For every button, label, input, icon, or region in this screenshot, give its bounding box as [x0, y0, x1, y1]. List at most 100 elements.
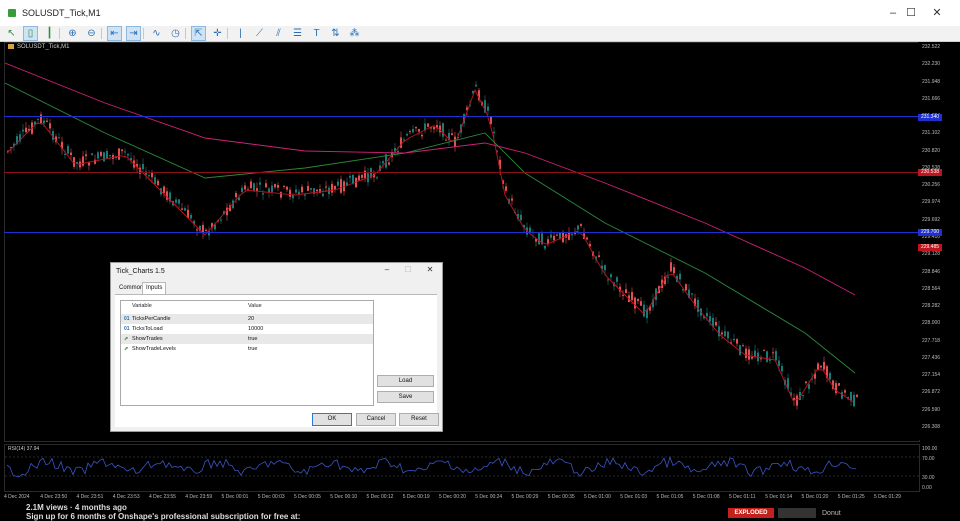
close-button[interactable]: ✕ [924, 4, 950, 22]
price-tick: 229.128 [922, 251, 941, 258]
candle-body [796, 395, 798, 406]
candle-body [679, 273, 681, 280]
dialog-minimize-button[interactable]: – [377, 264, 397, 276]
ok-button[interactable]: OK [312, 413, 352, 426]
row-value[interactable]: true [248, 344, 257, 354]
price-tick: 228.000 [922, 320, 941, 327]
maximize-button[interactable]: ☐ [898, 4, 924, 22]
bar-chart-icon[interactable]: ▯ [23, 26, 38, 41]
video-thumbnail-2[interactable] [778, 508, 816, 518]
candle-body [43, 120, 45, 124]
price-tick: 231.666 [922, 95, 941, 102]
chart-shift-icon[interactable]: ⇥ [126, 26, 141, 41]
time-tick: 5 Dec 00:12 [366, 494, 394, 500]
price-tick: 226.308 [922, 424, 941, 430]
candle-body [724, 331, 726, 337]
channel-icon[interactable]: ⫽ [272, 27, 285, 40]
rsi-subwindow[interactable] [4, 444, 920, 492]
candle-body [805, 381, 807, 384]
candle-body [259, 182, 261, 185]
candle-body [352, 174, 354, 184]
trendline-icon[interactable]: ⟋ [253, 27, 266, 40]
time-tick: 5 Dec 00:24 [475, 494, 503, 500]
toolbar-separator [143, 28, 144, 39]
candle-body [487, 106, 489, 111]
candle-body [505, 186, 507, 191]
candle-body [829, 372, 831, 380]
candle-body [538, 233, 540, 245]
time-tick: 5 Dec 00:29 [511, 494, 539, 500]
candle-body [337, 181, 339, 186]
rsi-line [6, 456, 857, 478]
indicators-icon[interactable]: ∿ [150, 27, 163, 40]
time-tick: 4 Dec 23:53 [112, 494, 140, 500]
candle-body [316, 189, 318, 192]
candle-body [181, 208, 183, 210]
candle-body [295, 189, 297, 193]
price-tick: 228.282 [922, 303, 941, 310]
crosshair-icon[interactable]: ⇱ [191, 26, 206, 41]
fibonacci-icon[interactable]: ☰ [291, 27, 304, 40]
price-scale[interactable]: 232.522232.230231.948231.666231.384231.1… [918, 42, 958, 440]
vertical-line-icon[interactable]: | [234, 27, 247, 40]
candle-body [622, 294, 624, 296]
boolean-type-icon: ⇗ [124, 346, 129, 352]
save-button[interactable]: Save [377, 391, 434, 403]
cursor-tool[interactable]: ↖ [5, 27, 18, 40]
candle-body [151, 172, 153, 178]
row-variable: ShowTradeLevels [132, 346, 176, 352]
candle-body [418, 129, 420, 132]
periods-icon[interactable]: ◷ [169, 27, 182, 40]
price-tick: 229.974 [922, 199, 941, 206]
candle-body [490, 117, 492, 124]
candle-body [277, 184, 279, 188]
candle-body [442, 123, 444, 137]
time-tick: 5 Dec 00:01 [221, 494, 249, 500]
table-row[interactable]: 01 TicksToLoad 10000 [121, 324, 373, 334]
zoom-in-icon[interactable]: ⊕ [66, 27, 79, 40]
row-value[interactable]: 20 [248, 314, 254, 324]
candle-body [274, 184, 276, 188]
candle-body [751, 356, 753, 359]
inputs-panel: Variable Value 01 TicksPerCandle 20 01 T… [115, 294, 437, 427]
price-tick: 228.564 [922, 285, 941, 292]
table-row[interactable]: 01 TicksPerCandle 20 [121, 314, 373, 324]
candle-body [175, 199, 177, 203]
candles-icon[interactable]: ┃ [43, 27, 56, 40]
level-line-blue-upper [4, 116, 918, 117]
candle-body [286, 186, 288, 190]
shapes-icon[interactable]: ⁂ [348, 27, 361, 40]
tab-inputs[interactable]: Inputs [142, 282, 167, 294]
time-tick: 5 Dec 01:08 [692, 494, 720, 500]
time-tick: 4 Dec 23:55 [149, 494, 176, 500]
candle-body [67, 146, 69, 154]
load-button[interactable]: Load [377, 375, 434, 387]
inputs-grid: Variable Value 01 TicksPerCandle 20 01 T… [120, 300, 374, 406]
candle-body [643, 304, 645, 317]
row-value[interactable]: true [248, 334, 257, 344]
time-tick: 5 Dec 01:03 [620, 494, 648, 500]
candle-body [760, 358, 762, 360]
row-value[interactable]: 10000 [248, 324, 263, 334]
candle-body [253, 183, 255, 191]
table-row[interactable]: ⇗ ShowTrades true [121, 334, 373, 344]
candle-body [340, 179, 342, 193]
candle-body [100, 151, 102, 156]
zoom-out-icon[interactable]: ⊖ [85, 27, 98, 40]
candle-body [415, 126, 417, 129]
video-thumbnail[interactable]: EXPLODED [728, 508, 774, 518]
thumbnail-label: Donut [822, 510, 841, 517]
candle-body [667, 276, 669, 278]
price-tick: 230.820 [922, 147, 941, 154]
cancel-button[interactable]: Cancel [356, 413, 396, 426]
dialog-close-button[interactable]: ✕ [420, 264, 440, 276]
arrows-icon[interactable]: ⇅ [329, 27, 342, 40]
text-icon[interactable]: T [310, 27, 323, 40]
candle-body [58, 137, 60, 139]
reset-button[interactable]: Reset [399, 413, 439, 426]
autoscroll-icon[interactable]: ⇤ [107, 26, 122, 41]
table-row[interactable]: ⇗ ShowTradeLevels true [121, 344, 373, 354]
video-promo: Sign up for 6 months of Onshape's profes… [26, 512, 301, 521]
candle-body [625, 289, 627, 294]
cross-icon[interactable]: ✛ [211, 27, 224, 40]
